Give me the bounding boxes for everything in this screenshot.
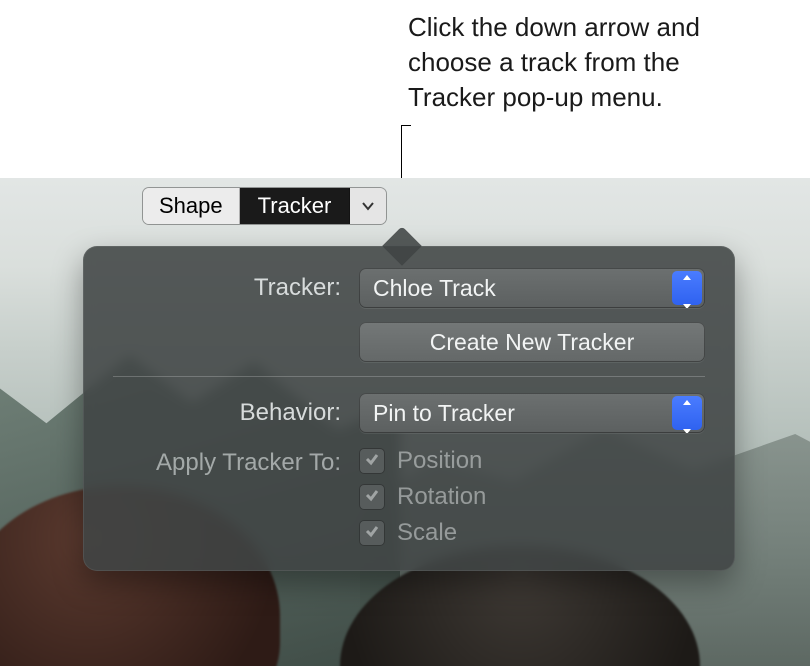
checkmark-icon (364, 487, 380, 508)
scale-checkbox-label: Scale (397, 519, 457, 547)
tracker-field-label: Tracker: (113, 274, 359, 302)
checkmark-icon (364, 451, 380, 472)
tracker-select-stepper[interactable] (672, 271, 702, 305)
chevron-up-icon (682, 268, 692, 287)
segment-shape[interactable]: Shape (143, 188, 240, 224)
segment-tracker-label: Tracker (258, 193, 332, 219)
create-new-tracker-label: Create New Tracker (430, 329, 635, 356)
scale-checkbox[interactable] (359, 520, 385, 546)
apply-tracker-to-label: Apply Tracker To: (113, 447, 359, 477)
behavior-select-value: Pin to Tracker (373, 400, 515, 427)
chevron-up-icon (682, 393, 692, 412)
chevron-down-icon (682, 289, 692, 308)
tracker-popover: Tracker: Chloe Track Create New Tracker (83, 246, 735, 571)
popover-divider (113, 376, 705, 377)
position-checkbox-label: Position (397, 447, 482, 475)
position-checkbox[interactable] (359, 448, 385, 474)
checkmark-icon (364, 523, 380, 544)
tracker-select[interactable]: Chloe Track (359, 268, 705, 308)
segment-shape-label: Shape (159, 193, 223, 219)
tracker-popup-disclosure-button[interactable] (350, 188, 386, 224)
chevron-down-icon (682, 414, 692, 433)
create-new-tracker-button[interactable]: Create New Tracker (359, 322, 705, 362)
chevron-down-icon (361, 193, 375, 219)
rotation-checkbox-label: Rotation (397, 483, 486, 511)
rotation-checkbox[interactable] (359, 484, 385, 510)
annotation-text: Click the down arrow and choose a track … (408, 10, 768, 115)
behavior-select-stepper[interactable] (672, 396, 702, 430)
shape-tracker-segmented-control: Shape Tracker (143, 188, 386, 224)
behavior-select[interactable]: Pin to Tracker (359, 393, 705, 433)
behavior-field-label: Behavior: (113, 399, 359, 427)
tracker-select-value: Chloe Track (373, 275, 496, 302)
segment-tracker[interactable]: Tracker (240, 188, 351, 224)
